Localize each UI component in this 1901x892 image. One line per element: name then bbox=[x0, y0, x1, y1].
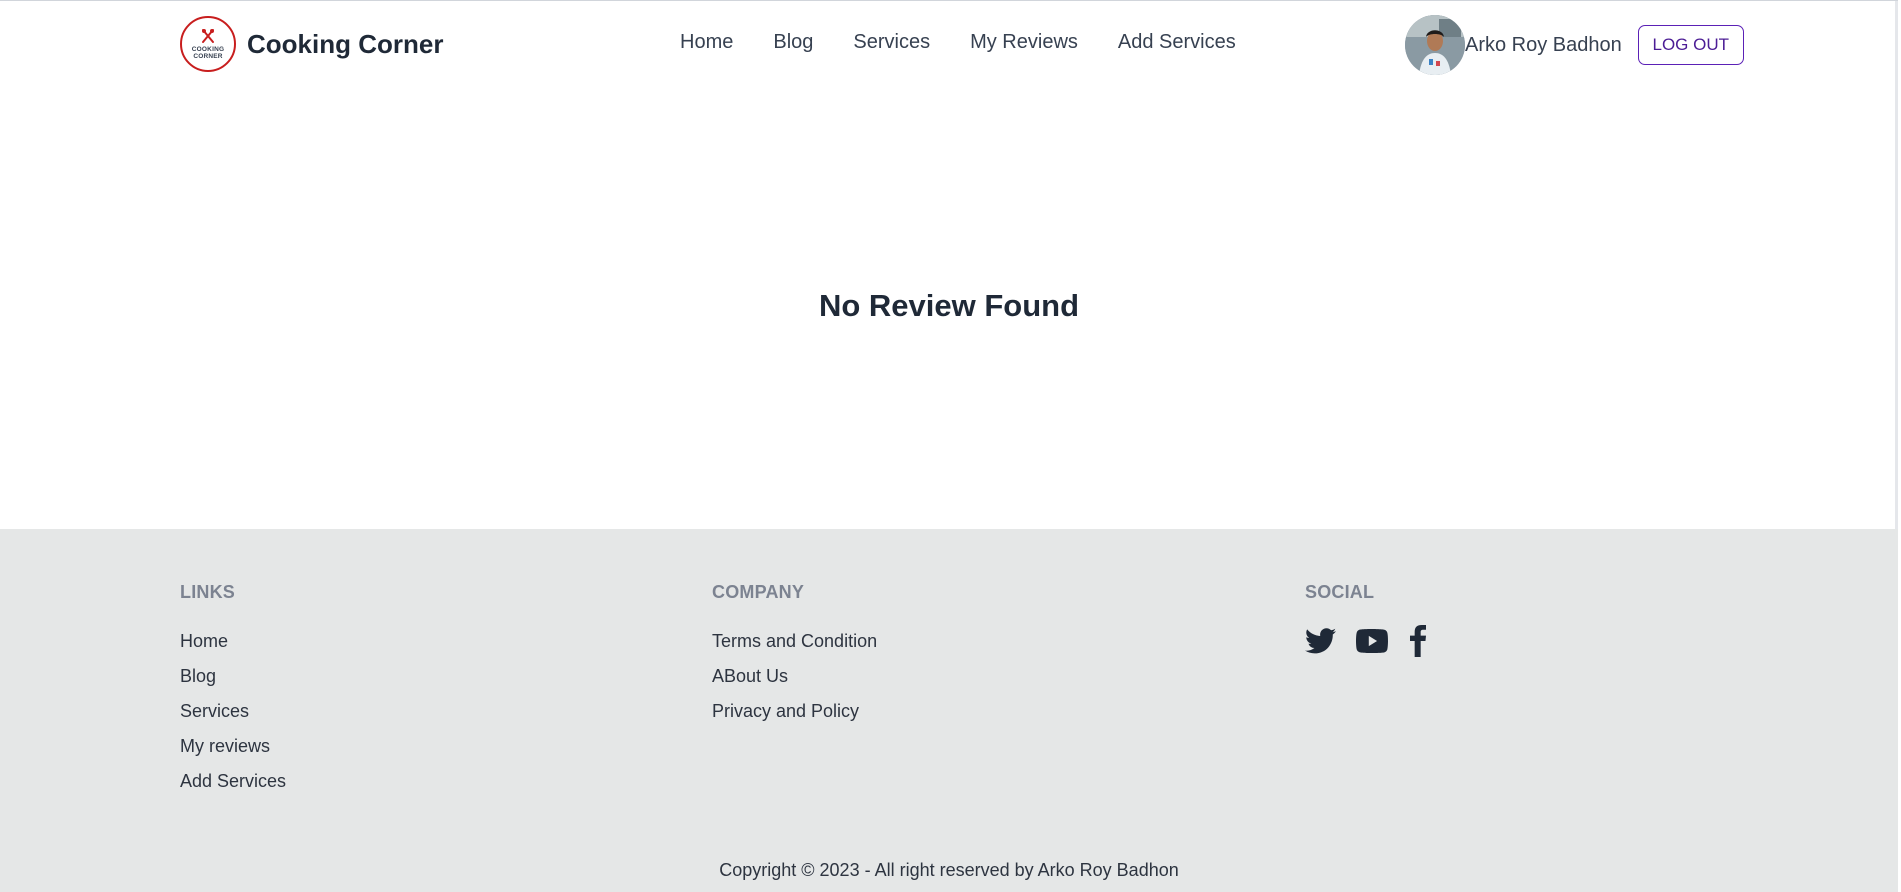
youtube-icon[interactable] bbox=[1356, 629, 1388, 653]
footer: LINKS Home Blog Services My reviews Add … bbox=[0, 529, 1898, 892]
logo-text-line2: CORNER bbox=[193, 53, 223, 60]
footer-social-column: SOCIAL bbox=[1305, 582, 1428, 657]
footer-links-column: LINKS Home Blog Services My reviews Add … bbox=[180, 582, 286, 799]
cooking-corner-logo: COOKING CORNER bbox=[180, 16, 236, 72]
footer-link-about[interactable]: ABout Us bbox=[712, 659, 877, 694]
user-name: Arko Roy Badhon bbox=[1465, 33, 1622, 56]
navbar: COOKING CORNER Cooking Corner Home Blog … bbox=[0, 1, 1898, 93]
page: COOKING CORNER Cooking Corner Home Blog … bbox=[0, 0, 1898, 892]
copyright-text: Copyright © 2023 - All right reserved by… bbox=[719, 860, 1179, 880]
logo-text-line1: COOKING bbox=[191, 46, 225, 53]
user-area: Arko Roy Badhon LOG OUT bbox=[1405, 15, 1744, 75]
brand-name: Cooking Corner bbox=[247, 28, 444, 59]
nav-services[interactable]: Services bbox=[853, 31, 930, 54]
footer-links-title: LINKS bbox=[180, 582, 235, 602]
empty-state-message: No Review Found bbox=[818, 288, 1080, 323]
user-photo-icon bbox=[1405, 15, 1465, 75]
footer-social-title: SOCIAL bbox=[1305, 582, 1375, 602]
footer-company-column: COMPANY Terms and Condition ABout Us Pri… bbox=[712, 582, 877, 729]
footer-company-title: COMPANY bbox=[712, 582, 805, 602]
nav-add-services[interactable]: Add Services bbox=[1118, 31, 1236, 54]
logout-button[interactable]: LOG OUT bbox=[1637, 25, 1744, 65]
brand-link[interactable]: COOKING CORNER Cooking Corner bbox=[180, 16, 443, 72]
footer-link-services[interactable]: Services bbox=[180, 694, 286, 729]
footer-link-my-reviews[interactable]: My reviews bbox=[180, 729, 286, 764]
nav-blog[interactable]: Blog bbox=[773, 31, 813, 54]
facebook-icon[interactable] bbox=[1408, 625, 1428, 657]
logo-text: COOKING CORNER bbox=[192, 46, 224, 60]
utensils-icon bbox=[202, 29, 214, 43]
main-nav: Home Blog Services My Reviews Add Servic… bbox=[680, 31, 1276, 54]
footer-link-blog[interactable]: Blog bbox=[180, 659, 286, 694]
avatar bbox=[1405, 15, 1465, 75]
footer-link-add-services[interactable]: Add Services bbox=[180, 764, 286, 799]
social-icons bbox=[1305, 625, 1428, 657]
footer-link-privacy[interactable]: Privacy and Policy bbox=[712, 694, 877, 729]
footer-link-home[interactable]: Home bbox=[180, 624, 286, 659]
nav-my-reviews[interactable]: My Reviews bbox=[970, 31, 1078, 54]
footer-link-terms[interactable]: Terms and Condition bbox=[712, 624, 877, 659]
nav-home[interactable]: Home bbox=[680, 31, 733, 54]
twitter-icon[interactable] bbox=[1305, 628, 1336, 654]
